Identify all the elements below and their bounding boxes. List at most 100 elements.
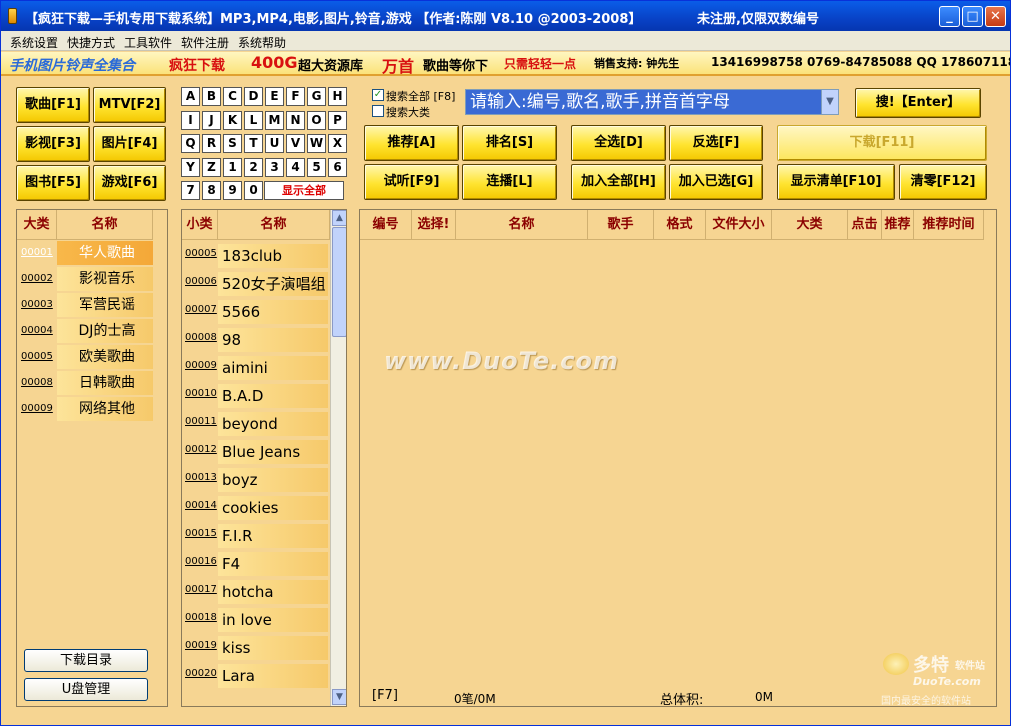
letter-button[interactable]: T <box>244 134 263 153</box>
major-list-item[interactable]: 00002 影视音乐 <box>17 266 167 292</box>
letter-button[interactable]: R <box>202 134 221 153</box>
minor-scrollbar[interactable]: ▲ ▼ <box>330 210 346 706</box>
col-clicks[interactable]: 点击 <box>848 210 882 240</box>
menu-system-settings[interactable]: 系统设置 <box>10 34 58 51</box>
letter-button[interactable]: 1 <box>223 157 242 177</box>
menu-tools[interactable]: 工具软件 <box>124 34 172 51</box>
minor-list-item[interactable]: 00007 5566 <box>182 298 330 326</box>
usb-manage-button[interactable]: U盘管理 <box>24 678 148 701</box>
col-recommend[interactable]: 推荐 <box>882 210 914 240</box>
letter-button[interactable]: J <box>202 110 221 130</box>
letter-button[interactable]: B <box>202 87 221 106</box>
minor-list-item[interactable]: 00013 boyz <box>182 466 330 494</box>
continuous-play-button[interactable]: 连播[L] <box>462 164 557 200</box>
letter-button[interactable]: X <box>328 134 347 153</box>
minor-list-item[interactable]: 00020 Lara <box>182 662 330 690</box>
category-games-button[interactable]: 游戏[F6] <box>93 165 166 201</box>
minor-list-item[interactable]: 00009 aimini <box>182 354 330 382</box>
minor-list-item[interactable]: 00016 F4 <box>182 550 330 578</box>
letter-button[interactable]: Z <box>202 157 221 177</box>
letter-button[interactable]: L <box>244 110 263 130</box>
download-button[interactable]: 下载[F11] <box>777 125 987 161</box>
letter-button[interactable]: G <box>307 87 326 106</box>
search-input[interactable]: 请输入:编号,歌名,歌手,拼音首字母 ▼ <box>465 89 839 115</box>
letter-button[interactable]: E <box>265 87 284 106</box>
letter-button[interactable]: A <box>181 87 200 106</box>
minor-list-item[interactable]: 00006 520女子演唱组 <box>182 270 330 298</box>
category-mtv-button[interactable]: MTV[F2] <box>93 87 166 123</box>
rank-button[interactable]: 排名[S] <box>462 125 557 161</box>
chevron-down-icon[interactable]: ▼ <box>821 90 838 114</box>
select-all-button[interactable]: 全选[D] <box>571 125 666 161</box>
letter-button[interactable]: Y <box>181 157 200 177</box>
category-books-button[interactable]: 图书[F5] <box>16 165 90 201</box>
letter-button[interactable]: W <box>307 134 326 153</box>
letter-button[interactable]: V <box>286 134 305 153</box>
letter-button[interactable]: S <box>223 134 242 153</box>
category-songs-button[interactable]: 歌曲[F1] <box>16 87 90 123</box>
major-list-item[interactable]: 00005 欧美歌曲 <box>17 344 167 370</box>
preview-button[interactable]: 试听[F9] <box>364 164 459 200</box>
scroll-thumb[interactable] <box>332 227 346 337</box>
letter-button[interactable]: 0 <box>244 181 263 200</box>
minor-list-item[interactable]: 00010 B.A.D <box>182 382 330 410</box>
letter-button[interactable]: D <box>244 87 263 106</box>
minor-list-item[interactable]: 00011 beyond <box>182 410 330 438</box>
col-recommend-time[interactable]: 推荐时间 <box>914 210 984 240</box>
letter-button[interactable]: 7 <box>181 181 200 200</box>
letter-button[interactable]: 4 <box>286 157 305 177</box>
col-singer[interactable]: 歌手 <box>588 210 654 240</box>
letter-button[interactable]: U <box>265 134 284 153</box>
letter-button[interactable]: 6 <box>328 157 347 177</box>
letter-button[interactable]: N <box>286 110 305 130</box>
major-list-item[interactable]: 00008 日韩歌曲 <box>17 370 167 396</box>
col-select[interactable]: 选择! <box>412 210 456 240</box>
minimize-button[interactable]: _ <box>939 6 960 27</box>
minor-list-item[interactable]: 00008 98 <box>182 326 330 354</box>
letter-button[interactable]: 2 <box>244 157 263 177</box>
search-category-checkbox[interactable] <box>372 105 384 117</box>
col-category[interactable]: 大类 <box>772 210 848 240</box>
major-list-item[interactable]: 00009 网络其他 <box>17 396 167 422</box>
letter-button[interactable]: O <box>307 110 326 130</box>
recommend-button[interactable]: 推荐[A] <box>364 125 459 161</box>
minor-list-item[interactable]: 00012 Blue Jeans <box>182 438 330 466</box>
search-button[interactable]: 搜!【Enter】 <box>855 88 981 118</box>
col-format[interactable]: 格式 <box>654 210 706 240</box>
add-all-button[interactable]: 加入全部[H] <box>571 164 666 200</box>
menu-help[interactable]: 系统帮助 <box>238 34 286 51</box>
letter-button[interactable]: 8 <box>202 181 221 200</box>
search-all-checkbox[interactable]: ✓ <box>372 89 384 101</box>
major-list-item[interactable]: 00004 DJ的士高 <box>17 318 167 344</box>
title-bar[interactable]: 【疯狂下载—手机专用下载系统】MP3,MP4,电影,图片,铃音,游戏 【作者:陈… <box>1 1 1010 31</box>
scroll-up-icon[interactable]: ▲ <box>332 210 346 226</box>
letter-button[interactable]: I <box>181 110 200 130</box>
letter-button[interactable]: H <box>328 87 347 106</box>
col-filesize[interactable]: 文件大小 <box>706 210 772 240</box>
letter-button[interactable]: F <box>286 87 305 106</box>
letter-button[interactable]: 5 <box>307 157 326 177</box>
major-list-item[interactable]: 00001 华人歌曲 <box>17 240 167 266</box>
show-list-button[interactable]: 显示清单[F10] <box>777 164 895 200</box>
letter-button[interactable]: Q <box>181 134 200 153</box>
invert-selection-button[interactable]: 反选[F] <box>669 125 763 161</box>
minor-list-item[interactable]: 00017 hotcha <box>182 578 330 606</box>
letter-button[interactable]: 9 <box>223 181 242 200</box>
minor-list-item[interactable]: 00005 183club <box>182 242 330 270</box>
menu-shortcuts[interactable]: 快捷方式 <box>67 34 115 51</box>
letter-button[interactable]: K <box>223 110 242 130</box>
minor-list-item[interactable]: 00019 kiss <box>182 634 330 662</box>
letter-button[interactable]: C <box>223 87 242 106</box>
clear-button[interactable]: 清零[F12] <box>899 164 987 200</box>
maximize-button[interactable]: □ <box>962 6 983 27</box>
letter-button[interactable]: M <box>265 110 284 130</box>
major-list-item[interactable]: 00003 军营民谣 <box>17 292 167 318</box>
show-all-button[interactable]: 显示全部 <box>264 181 344 200</box>
minor-list-item[interactable]: 00014 cookies <box>182 494 330 522</box>
download-directory-button[interactable]: 下载目录 <box>24 649 148 672</box>
col-id[interactable]: 编号 <box>360 210 412 240</box>
category-movies-button[interactable]: 影视[F3] <box>16 126 90 162</box>
close-button[interactable]: ✕ <box>985 6 1006 27</box>
letter-button[interactable]: P <box>328 110 347 130</box>
menu-register[interactable]: 软件注册 <box>181 34 229 51</box>
